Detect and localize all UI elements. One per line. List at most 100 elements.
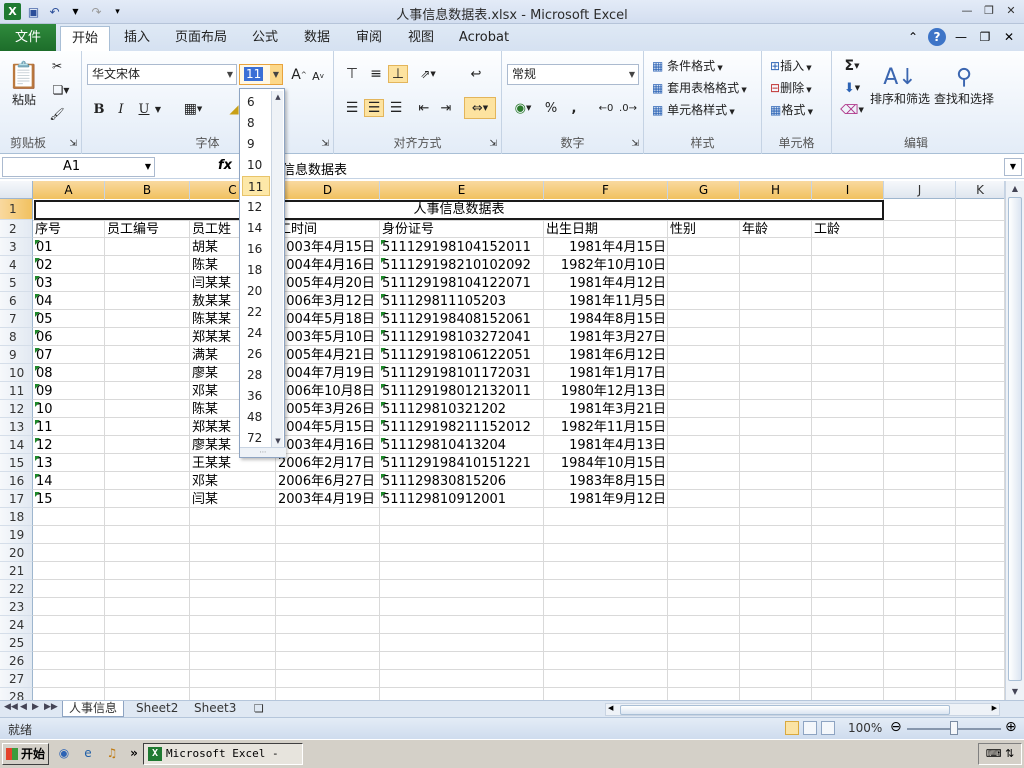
- clear-icon[interactable]: ⌫ ▼: [838, 101, 866, 119]
- id-number-cell[interactable]: 511129198106122051: [382, 347, 542, 365]
- date-cell[interactable]: 2006年6月27日: [278, 473, 376, 491]
- row-header[interactable]: 6: [0, 292, 33, 310]
- name-cell[interactable]: 邓某: [192, 473, 274, 491]
- row-header[interactable]: 15: [0, 454, 33, 472]
- date-cell[interactable]: 2004年4月16日: [278, 257, 376, 275]
- sheet-tab-1[interactable]: 人事信息: [62, 701, 125, 717]
- clipboard-launcher-icon[interactable]: ⇲: [69, 139, 77, 149]
- font-size-dropdown-icon[interactable]: ▼: [270, 65, 282, 84]
- increase-indent-icon[interactable]: ⇥: [436, 99, 456, 117]
- date-cell[interactable]: 2005年4月21日: [278, 347, 376, 365]
- header-cell[interactable]: 员工编号: [107, 221, 187, 239]
- font-size-scrollbar[interactable]: ▲ ▼: [271, 91, 283, 447]
- name-box[interactable]: A1 ▼: [2, 157, 155, 177]
- tab-formulas[interactable]: 公式: [244, 24, 286, 51]
- date-cell[interactable]: 2006年2月17日: [278, 455, 376, 473]
- minimize-ribbon-icon[interactable]: ⌃: [904, 28, 922, 46]
- font-size-option[interactable]: 12: [242, 197, 270, 217]
- page-break-view-button[interactable]: [821, 721, 835, 735]
- seq-cell[interactable]: 05: [36, 311, 102, 329]
- align-center-icon[interactable]: ☰: [364, 99, 384, 117]
- row-header[interactable]: 28: [0, 688, 33, 700]
- scroll-left-icon[interactable]: ◀: [608, 704, 613, 712]
- scroll-down-icon[interactable]: ▼: [272, 435, 284, 447]
- seq-cell[interactable]: 04: [36, 293, 102, 311]
- birth-date-cell[interactable]: 1982年10月10日: [546, 257, 666, 275]
- birth-date-cell[interactable]: 1981年9月12日: [546, 491, 666, 509]
- id-number-cell[interactable]: 511129198103272041: [382, 329, 542, 347]
- quicklaunch-ie-icon[interactable]: ◉: [56, 746, 72, 762]
- date-cell[interactable]: 2003年4月16日: [278, 437, 376, 455]
- shrink-font-icon[interactable]: Av: [310, 68, 326, 84]
- font-size-option[interactable]: 24: [242, 323, 270, 343]
- birth-date-cell[interactable]: 1981年1月17日: [546, 365, 666, 383]
- id-number-cell[interactable]: 511129198210102092: [382, 257, 542, 275]
- minimize-button[interactable]: —: [958, 3, 976, 19]
- row-header[interactable]: 14: [0, 436, 33, 454]
- tab-insert[interactable]: 插入: [114, 24, 160, 51]
- row-header[interactable]: 2: [0, 220, 33, 238]
- insert-function-button[interactable]: fx: [218, 158, 232, 173]
- row-header[interactable]: 4: [0, 256, 33, 274]
- header-cell[interactable]: 身份证号: [382, 221, 542, 239]
- name-cell[interactable]: 闫某: [192, 491, 274, 509]
- font-size-option[interactable]: 72: [242, 428, 270, 448]
- header-cell[interactable]: 性别: [670, 221, 740, 239]
- seq-cell[interactable]: 13: [36, 455, 102, 473]
- keyboard-icon[interactable]: ⌨: [986, 747, 1002, 760]
- seq-cell[interactable]: 09: [36, 383, 102, 401]
- wrap-text-icon[interactable]: ↩: [466, 65, 486, 83]
- row-header[interactable]: 7: [0, 310, 33, 328]
- birth-date-cell[interactable]: 1980年12月13日: [546, 383, 666, 401]
- column-header[interactable]: K: [956, 181, 1005, 199]
- birth-date-cell[interactable]: 1981年4月12日: [546, 275, 666, 293]
- birth-date-cell[interactable]: 1984年10月15日: [546, 455, 666, 473]
- zoom-level[interactable]: 100%: [848, 721, 882, 735]
- id-number-cell[interactable]: 511129198410151221: [382, 455, 542, 473]
- seq-cell[interactable]: 06: [36, 329, 102, 347]
- id-number-cell[interactable]: 511129811105203: [382, 293, 542, 311]
- row-header[interactable]: 3: [0, 238, 33, 256]
- seq-cell[interactable]: 11: [36, 419, 102, 437]
- vertical-scroll-thumb[interactable]: [1008, 197, 1022, 681]
- workbook-close-button[interactable]: ✕: [1000, 28, 1018, 46]
- scroll-up-icon[interactable]: ▲: [272, 91, 284, 103]
- birth-date-cell[interactable]: 1981年11月5日: [546, 293, 666, 311]
- autosum-button[interactable]: Σ ▼: [838, 57, 866, 75]
- zoom-slider-knob[interactable]: [950, 721, 958, 735]
- column-header[interactable]: G: [668, 181, 740, 199]
- bold-button[interactable]: B: [90, 100, 108, 118]
- seq-cell[interactable]: 03: [36, 275, 102, 293]
- date-cell[interactable]: 2006年10月8日: [278, 383, 376, 401]
- formula-content[interactable]: 信息数据表: [282, 159, 347, 178]
- quicklaunch-browser-icon[interactable]: e: [80, 746, 96, 762]
- prev-sheet-icon[interactable]: ◀: [20, 702, 27, 712]
- row-header[interactable]: 10: [0, 364, 33, 382]
- header-cell[interactable]: 出生日期: [546, 221, 666, 239]
- align-middle-icon[interactable]: ≡: [366, 65, 386, 83]
- font-size-option[interactable]: 18: [242, 260, 270, 280]
- zoom-in-icon[interactable]: ⊕: [1005, 719, 1017, 735]
- header-cell[interactable]: 年龄: [742, 221, 812, 239]
- align-right-icon[interactable]: ☰: [386, 99, 406, 117]
- column-header[interactable]: J: [884, 181, 956, 199]
- italic-button[interactable]: I: [112, 100, 130, 118]
- row-header[interactable]: 8: [0, 328, 33, 346]
- birth-date-cell[interactable]: 1984年8月15日: [546, 311, 666, 329]
- close-button[interactable]: ✕: [1002, 3, 1020, 19]
- orientation-icon[interactable]: ⇗ ▼: [414, 65, 442, 83]
- format-cells-button[interactable]: ▦格式 ▼: [770, 101, 813, 118]
- row-header[interactable]: 9: [0, 346, 33, 364]
- next-sheet-icon[interactable]: ▶: [32, 702, 39, 712]
- tab-view[interactable]: 视图: [400, 24, 442, 51]
- seq-cell[interactable]: 10: [36, 401, 102, 419]
- id-number-cell[interactable]: 511129198104122071: [382, 275, 542, 293]
- id-number-cell[interactable]: 511129198104152011: [382, 239, 542, 257]
- id-number-cell[interactable]: 511129810321202: [382, 401, 542, 419]
- normal-view-button[interactable]: [785, 721, 799, 735]
- tab-data[interactable]: 数据: [296, 24, 338, 51]
- row-header[interactable]: 20: [0, 544, 33, 562]
- file-tab[interactable]: 文件: [0, 24, 56, 51]
- cut-icon[interactable]: ✂: [48, 57, 66, 75]
- date-cell[interactable]: 2003年4月15日: [278, 239, 376, 257]
